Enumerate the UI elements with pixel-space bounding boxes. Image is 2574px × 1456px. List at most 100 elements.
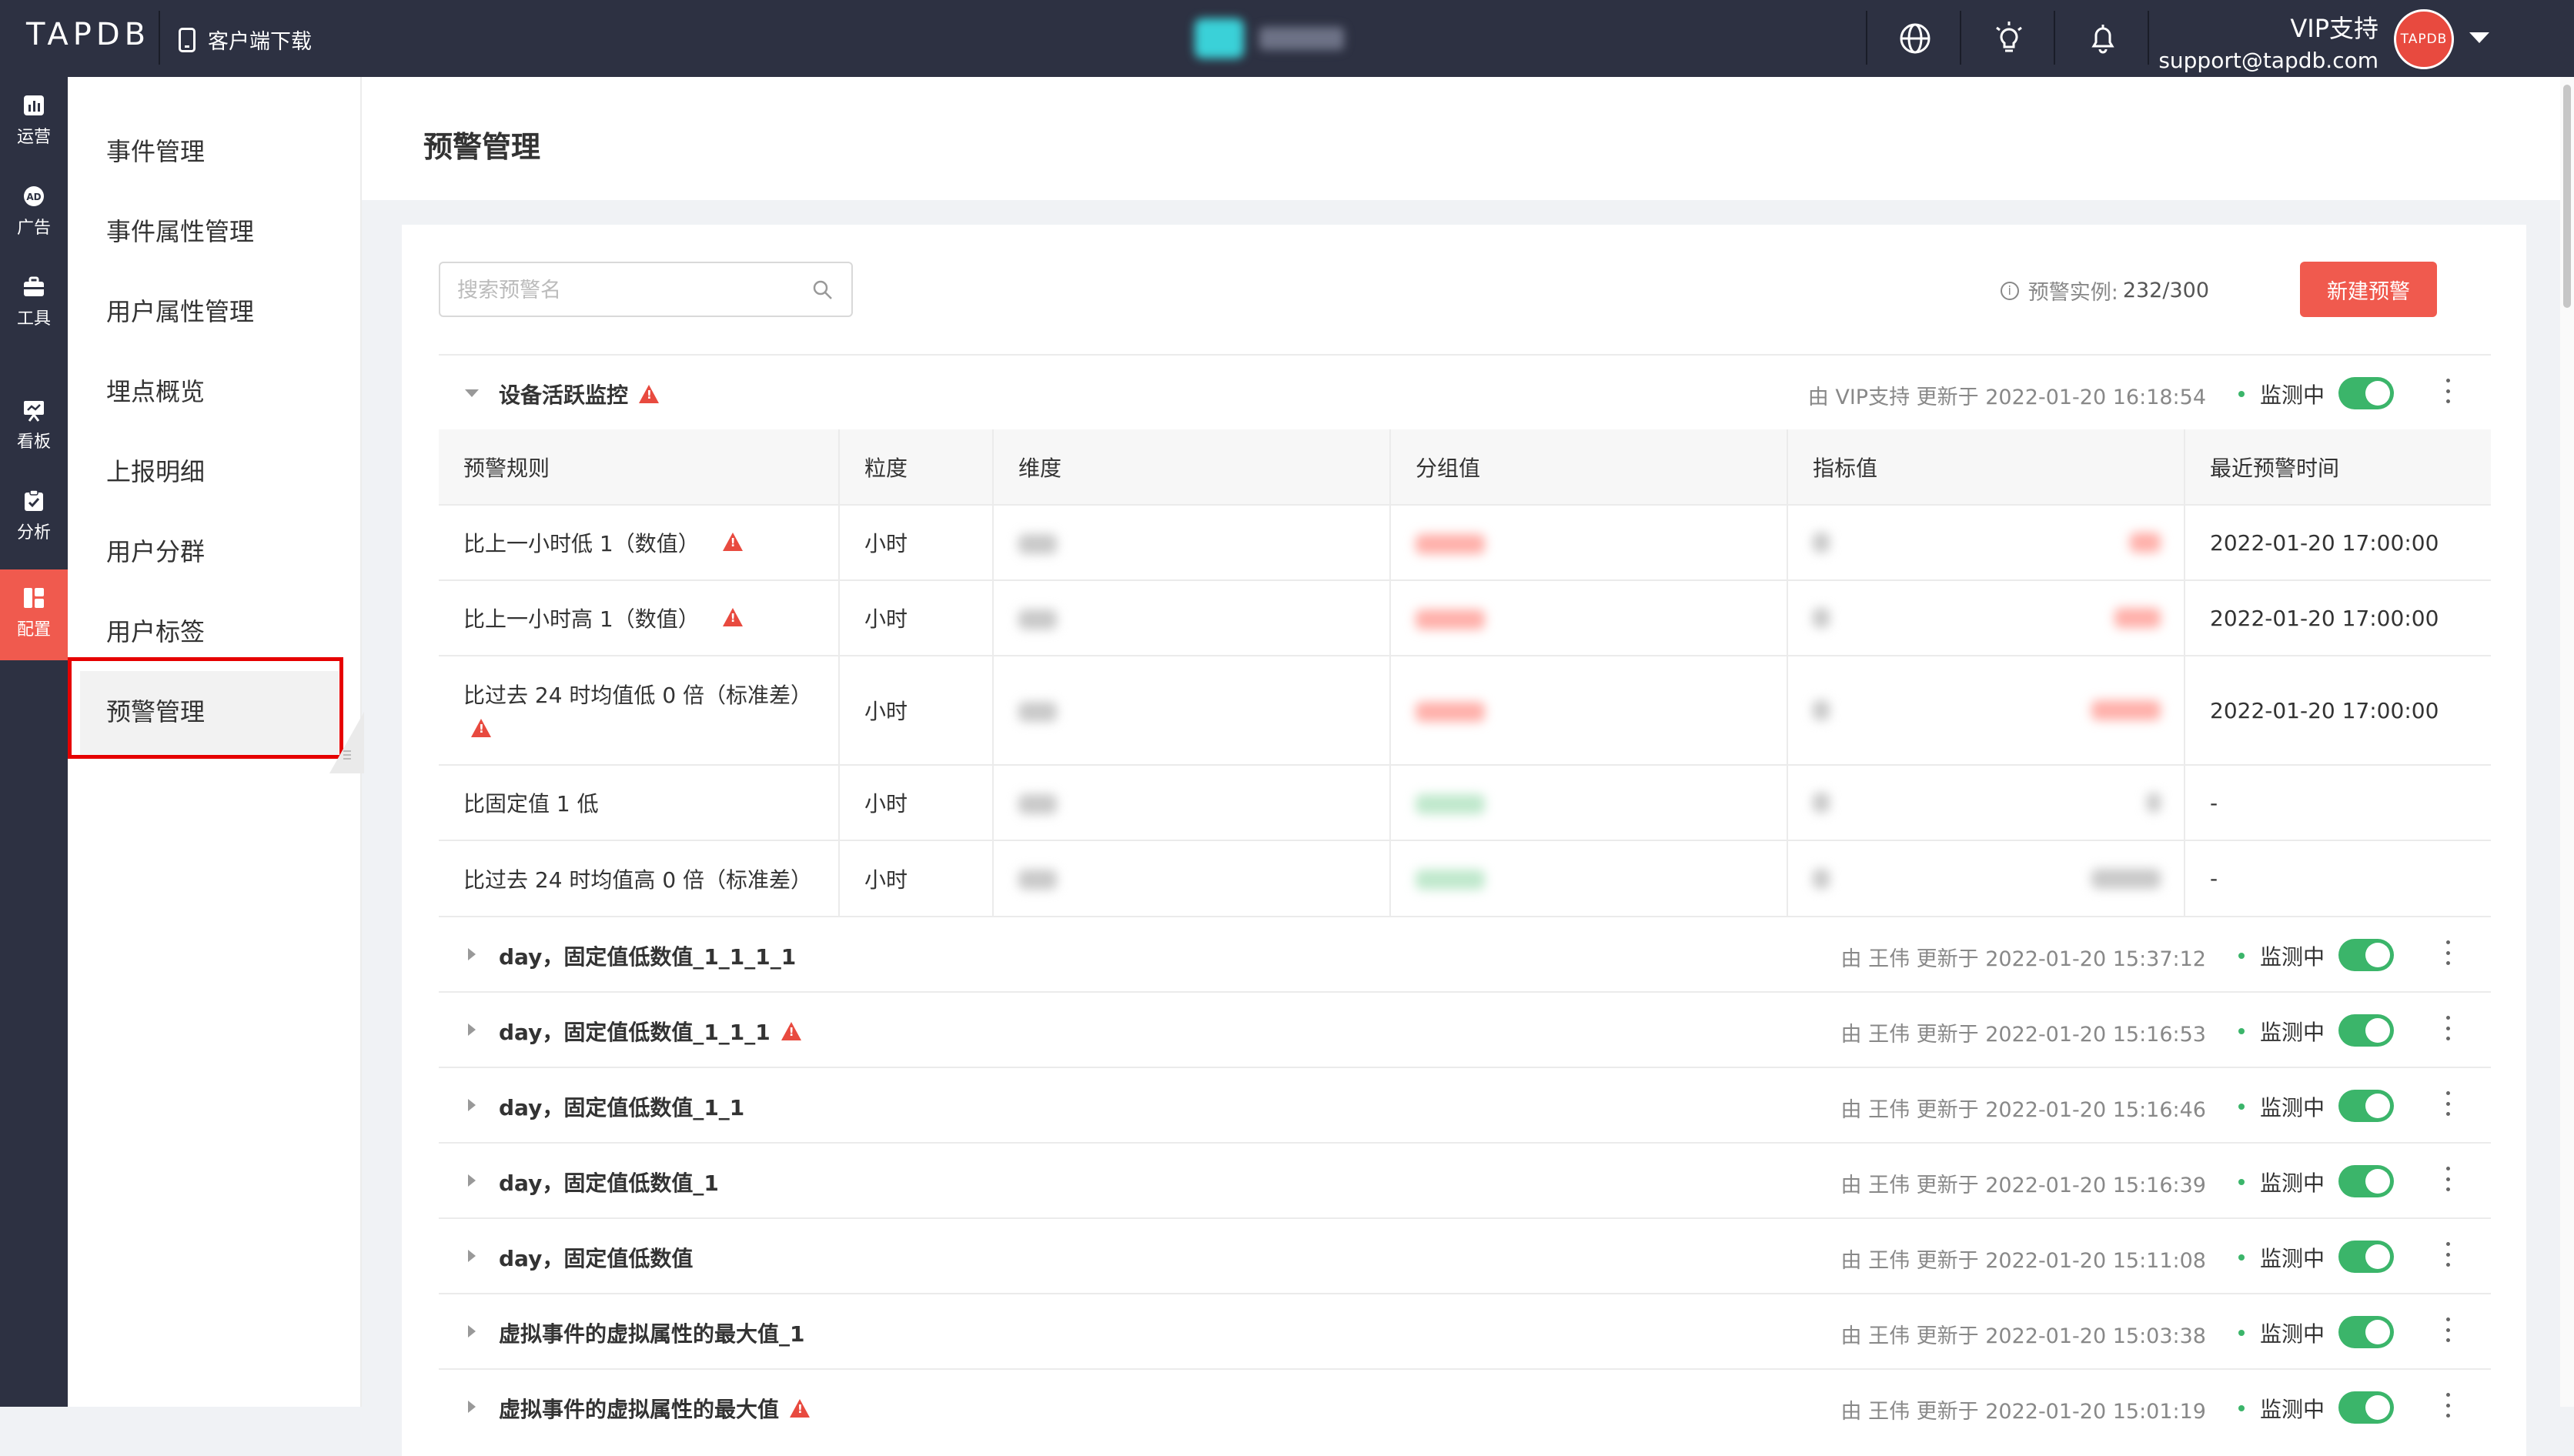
lightbulb-icon[interactable] [1991, 20, 2027, 57]
scrollbar-thumb[interactable] [2563, 85, 2571, 308]
redacted-value [1813, 608, 1830, 628]
rule-cell: 比固定值 1 低 [439, 764, 840, 840]
bell-icon[interactable] [2084, 20, 2121, 57]
rail-item-operations[interactable]: 运营 [0, 77, 68, 168]
rule-text: 比过去 24 时均值高 0 倍（标准差） [463, 867, 813, 893]
table-row: 比过去 24 时均值高 0 倍（标准差） 小时 - [439, 840, 2491, 916]
table-row: 比过去 24 时均值低 0 倍（标准差） 小时 2022-01-20 17:00… [439, 655, 2491, 765]
more-icon[interactable] [2445, 1167, 2451, 1191]
redacted-value [1416, 793, 1485, 814]
alert-status: 监测中 [2238, 1167, 2325, 1197]
monitor-toggle[interactable] [2338, 939, 2394, 971]
chevron-right-icon[interactable] [468, 1250, 476, 1262]
drag-handle-icon[interactable] [342, 745, 353, 763]
search-icon[interactable] [811, 279, 834, 302]
last-alert-time-cell: 2022-01-20 17:00:00 [2185, 579, 2491, 656]
menu-item-event-property-management[interactable]: 事件属性管理 [106, 212, 254, 248]
chevron-right-icon[interactable] [468, 1174, 476, 1187]
column-header: 粒度 [839, 429, 994, 505]
rail-item-tools[interactable]: 工具 [0, 259, 68, 349]
status-dot [2238, 1179, 2245, 1185]
globe-icon[interactable] [1897, 20, 1934, 57]
chevron-right-icon[interactable] [468, 1401, 476, 1413]
rail-item-config[interactable]: 配置 [0, 569, 68, 660]
redacted-value [2114, 608, 2161, 628]
page-title: 预警管理 [423, 130, 541, 164]
alert-status: 监测中 [2238, 1016, 2325, 1047]
rule-cell: 比上一小时低 1（数值） [439, 504, 840, 580]
redacted-value [2091, 868, 2161, 889]
monitor-toggle[interactable] [2338, 377, 2394, 409]
alert-name: day，固定值低数值 [499, 1246, 694, 1271]
status-label: 监测中 [2259, 1321, 2325, 1347]
chevron-right-icon[interactable] [468, 1024, 476, 1036]
rail-item-ads[interactable]: AD 广告 [0, 168, 68, 259]
page-scrollbar[interactable] [2560, 77, 2574, 1407]
tapdb-logo[interactable]: TAPDB [26, 17, 150, 52]
warning-icon [722, 608, 743, 626]
rule-text: 比上一小时低 1（数值） [463, 531, 700, 556]
menu-item-event-management[interactable]: 事件管理 [106, 132, 205, 168]
menu-item-user-segments[interactable]: 用户分群 [106, 533, 205, 568]
rail-label: 工具 [16, 309, 51, 329]
chevron-right-icon[interactable] [468, 1325, 476, 1337]
menu-item-tracking-overview[interactable]: 埋点概览 [106, 372, 205, 408]
alert-row[interactable]: day，固定值低数值 由 王伟 更新于 2022-01-20 15:11:08 … [439, 1217, 2491, 1293]
more-icon[interactable] [2445, 940, 2451, 965]
redacted-value [1018, 870, 1057, 890]
granularity-cell: 小时 [839, 504, 994, 580]
chevron-down-icon[interactable] [2469, 32, 2489, 43]
menu-item-report-details[interactable]: 上报明细 [106, 452, 205, 488]
monitor-toggle[interactable] [2338, 1090, 2394, 1122]
alert-meta: 由 VIP支持 更新于 2022-01-20 16:18:54 [1807, 386, 2206, 409]
more-icon[interactable] [2445, 1317, 2451, 1342]
user-info[interactable]: VIP支持 support@tapdb.com [2158, 9, 2378, 73]
search-box[interactable] [439, 262, 853, 317]
last-alert-time-cell: 2022-01-20 17:00:00 [2185, 504, 2491, 580]
chevron-right-icon[interactable] [468, 1099, 476, 1111]
alert-row[interactable]: day，固定值低数值_1 由 王伟 更新于 2022-01-20 15:16:3… [439, 1142, 2491, 1217]
monitor-toggle[interactable] [2338, 1391, 2394, 1424]
alert-row[interactable]: day，固定值低数值_1_1 由 王伟 更新于 2022-01-20 15:16… [439, 1067, 2491, 1142]
rail-item-dashboard[interactable]: 看板 [0, 382, 68, 473]
collapse-tab[interactable] [329, 712, 364, 773]
alert-name-row: day，固定值低数值_1_1_1 [499, 1016, 801, 1047]
app-selector[interactable] [1195, 18, 1344, 58]
menu-item-user-property-management[interactable]: 用户属性管理 [106, 292, 254, 328]
dimension-cell [993, 579, 1391, 656]
alert-row[interactable]: 虚拟事件的虚拟属性的最大值 由 王伟 更新于 2022-01-20 15:01:… [439, 1368, 2491, 1444]
alert-status: 监测中 [2238, 1393, 2325, 1424]
rail-item-analysis[interactable]: 分析 [0, 473, 68, 563]
rule-text: 比上一小时高 1（数值） [463, 606, 700, 632]
redacted-value [1018, 533, 1057, 554]
more-icon[interactable] [2445, 1393, 2451, 1418]
rail-label: 看板 [16, 432, 51, 452]
alert-row[interactable]: day，固定值低数值_1_1_1 由 王伟 更新于 2022-01-20 15:… [439, 991, 2491, 1067]
more-icon[interactable] [2445, 1242, 2451, 1267]
more-icon[interactable] [2445, 1091, 2451, 1116]
chevron-right-icon[interactable] [468, 948, 476, 960]
alert-name-row: 设备活跃监控 [499, 379, 660, 409]
avatar[interactable]: TAPDB [2394, 9, 2454, 69]
status-label: 监测中 [2259, 1397, 2325, 1422]
monitor-toggle[interactable] [2338, 1241, 2394, 1273]
search-input[interactable] [457, 276, 781, 305]
warning-icon [722, 533, 743, 551]
alert-row-expanded[interactable]: 设备活跃监控 由 VIP支持 更新于 2022-01-20 16:18:54 监… [439, 354, 2491, 429]
more-icon[interactable] [2445, 1016, 2451, 1040]
alert-row[interactable]: day，固定值低数值_1_1_1_1 由 王伟 更新于 2022-01-20 1… [439, 916, 2491, 991]
status-label: 监测中 [2259, 1170, 2325, 1196]
client-download-link[interactable]: 客户端下载 [179, 25, 312, 55]
monitor-toggle[interactable] [2338, 1316, 2394, 1348]
more-icon[interactable] [2445, 379, 2451, 403]
alert-name: day，固定值低数值_1 [499, 1170, 719, 1196]
redacted-value [1416, 609, 1485, 629]
last-alert-time-cell: - [2185, 840, 2491, 916]
menu-item-user-tags[interactable]: 用户标签 [106, 613, 205, 648]
monitor-toggle[interactable] [2338, 1014, 2394, 1047]
alert-row[interactable]: 虚拟事件的虚拟属性的最大值_1 由 王伟 更新于 2022-01-20 15:0… [439, 1293, 2491, 1368]
new-alert-button[interactable]: 新建预警 [2300, 262, 2437, 317]
monitor-toggle[interactable] [2338, 1165, 2394, 1197]
chevron-down-icon[interactable] [465, 389, 479, 397]
info-icon[interactable]: i [2000, 281, 2019, 300]
